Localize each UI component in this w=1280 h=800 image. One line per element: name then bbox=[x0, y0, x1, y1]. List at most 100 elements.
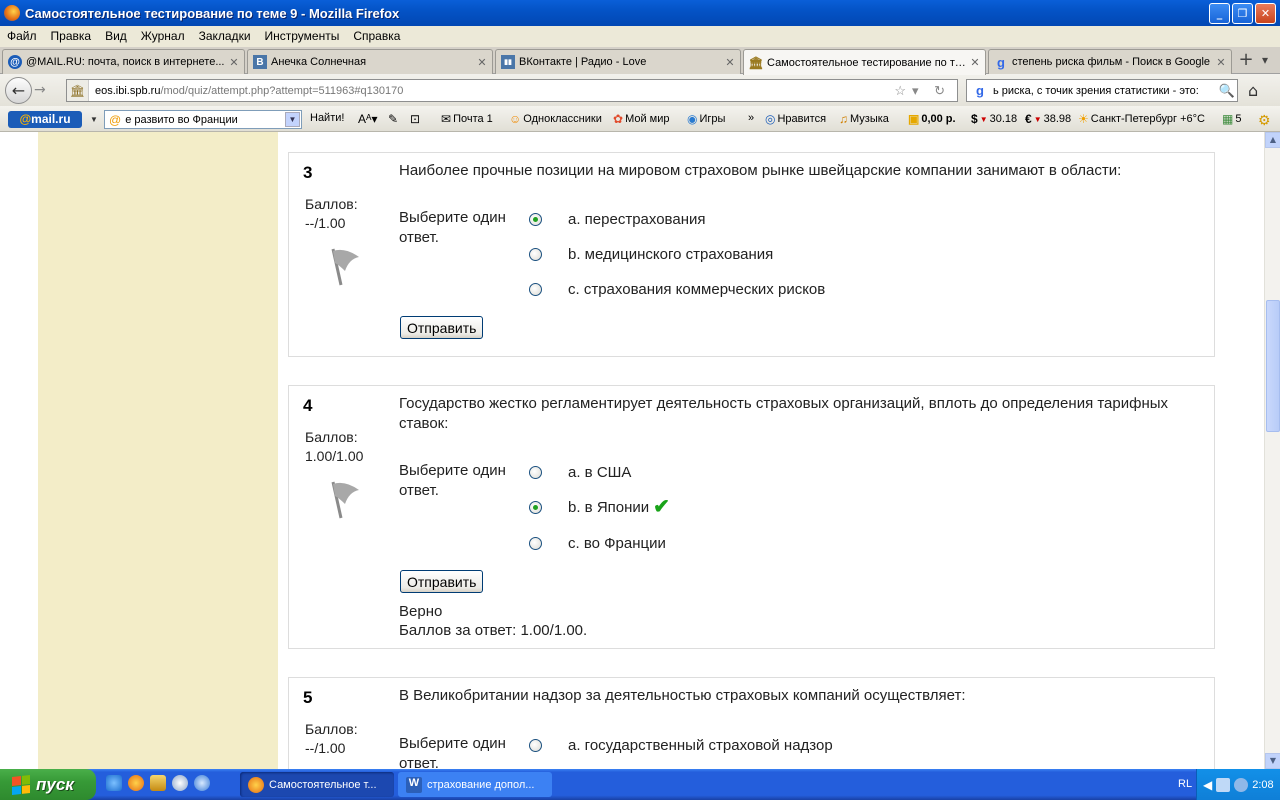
menu-bookmarks[interactable]: Закладки bbox=[194, 29, 256, 43]
scrollbar-thumb[interactable] bbox=[1266, 300, 1280, 432]
menu-view[interactable]: Вид bbox=[100, 29, 132, 43]
vertical-scrollbar[interactable]: ▲ ▼ bbox=[1264, 132, 1280, 769]
clock[interactable]: 2:08 bbox=[1252, 779, 1273, 791]
quiz-sidebar bbox=[38, 132, 278, 769]
font-size-icon[interactable]: Aᴬ▾ bbox=[358, 112, 379, 126]
media-player-icon[interactable] bbox=[172, 775, 188, 791]
minimize-button[interactable]: _ bbox=[1209, 3, 1230, 24]
google-search-icon[interactable]: g bbox=[967, 83, 993, 98]
language-indicator[interactable]: RL bbox=[1178, 778, 1192, 790]
maximize-button[interactable]: ❐ bbox=[1232, 3, 1253, 24]
close-window-button[interactable]: ✕ bbox=[1255, 3, 1276, 24]
highlight-icon[interactable]: ✎ bbox=[388, 112, 400, 126]
odnoklassniki-item[interactable]: ☺ Одноклассники bbox=[509, 112, 602, 126]
tray-arrow-icon[interactable]: ◀ bbox=[1203, 778, 1212, 792]
games-item[interactable]: ◉ Игры bbox=[687, 112, 725, 126]
chevron-down-icon[interactable]: ▼ bbox=[90, 115, 98, 124]
tab-close-icon[interactable]: ✕ bbox=[968, 56, 982, 69]
flag-icon[interactable] bbox=[327, 478, 363, 522]
music-item[interactable]: ♫ Музыка bbox=[839, 112, 889, 126]
submit-button[interactable]: Отправить bbox=[400, 316, 484, 339]
start-button[interactable]: пуск bbox=[0, 769, 96, 800]
home-button[interactable]: ⌂ bbox=[1248, 81, 1258, 100]
desktop-icon[interactable] bbox=[194, 775, 210, 791]
scroll-down-icon[interactable]: ▼ bbox=[1265, 753, 1280, 769]
wallet-item[interactable]: ▣ 0,00 р. bbox=[908, 112, 956, 126]
mailru-logo[interactable]: @mail.ru bbox=[8, 111, 82, 128]
flag-icon[interactable] bbox=[327, 245, 363, 289]
zoom-icon[interactable]: ⊡ bbox=[410, 112, 422, 126]
tab-close-icon[interactable]: ✕ bbox=[475, 56, 489, 69]
radio-button[interactable] bbox=[529, 537, 542, 550]
new-tab-button[interactable]: + bbox=[1234, 51, 1258, 71]
site-identity-icon[interactable]: 🏛 bbox=[67, 80, 89, 101]
eur-rate-item[interactable]: € ▼ 38.98 bbox=[1025, 112, 1071, 126]
answer-option[interactable]: a. в США bbox=[529, 464, 631, 481]
back-button[interactable]: ← bbox=[5, 77, 32, 104]
tabs-list-icon[interactable]: ▾ bbox=[1262, 53, 1268, 67]
option-label: a. перестрахования bbox=[568, 211, 706, 228]
window-titlebar[interactable]: Самостоятельное тестирование по теме 9 -… bbox=[0, 0, 1280, 26]
radio-button[interactable] bbox=[529, 213, 542, 226]
scroll-up-icon[interactable]: ▲ bbox=[1265, 132, 1280, 148]
usd-rate-item[interactable]: $ ▼ 30.18 bbox=[971, 112, 1017, 126]
euro-icon: € bbox=[1025, 112, 1032, 126]
taskbar-item-label: Самостоятельное т... bbox=[269, 778, 377, 791]
tab-close-icon[interactable]: ✕ bbox=[227, 56, 241, 69]
menu-file[interactable]: Файл bbox=[2, 29, 42, 43]
pause-icon: ▮▮ bbox=[501, 55, 515, 69]
radio-button[interactable] bbox=[529, 501, 542, 514]
answer-option[interactable]: b. в Японии ✔ bbox=[529, 497, 670, 517]
likes-item[interactable]: ◎ Нравится bbox=[765, 112, 826, 126]
tab-google[interactable]: g степень риска фильм - Поиск в Google ✕ bbox=[988, 49, 1232, 74]
my-world-item[interactable]: ✿ Мой мир bbox=[613, 112, 670, 126]
find-button[interactable]: Найти! bbox=[310, 112, 344, 124]
firefox-icon[interactable] bbox=[128, 775, 144, 791]
menu-edit[interactable]: Правка bbox=[46, 29, 97, 43]
answer-option[interactable]: b. медицинского страхования bbox=[529, 246, 773, 263]
tab-bar: @ @MAIL.RU: почта, поиск в интернете... … bbox=[0, 47, 1280, 75]
taskbar-item-firefox[interactable]: Самостоятельное т... bbox=[240, 772, 394, 797]
search-bar[interactable]: g ь риска, с точик зрения статистики - э… bbox=[966, 79, 1238, 102]
question-text: Государство жестко регламентирует деятел… bbox=[399, 395, 1169, 432]
answer-option[interactable]: c. во Франции bbox=[529, 535, 666, 552]
menu-history[interactable]: Журнал bbox=[136, 29, 190, 43]
question-5: 5 Баллов: --/1.00 В Великобритании надзо… bbox=[288, 677, 1215, 772]
menu-help[interactable]: Справка bbox=[348, 29, 405, 43]
mailru-search-input[interactable]: @ е развито во Франции ▼ bbox=[104, 110, 302, 129]
mailru-logo-text: mail.ru bbox=[31, 112, 71, 126]
radio-button[interactable] bbox=[529, 248, 542, 261]
tab-close-icon[interactable]: ✕ bbox=[723, 56, 737, 69]
forward-button[interactable]: → bbox=[34, 82, 46, 98]
answer-option[interactable]: c. страхования коммерческих рисков bbox=[529, 281, 825, 298]
bookmark-star-icon[interactable]: ☆▾ ↻ bbox=[894, 83, 951, 99]
tab-mailru[interactable]: @ @MAIL.RU: почта, поиск в интернете... … bbox=[2, 49, 245, 74]
search-button[interactable]: 🔍 bbox=[1217, 83, 1237, 99]
mail-item[interactable]: ✉ Почта 1 bbox=[441, 112, 493, 126]
network-icon[interactable] bbox=[1216, 777, 1231, 792]
tab-vk-radio[interactable]: ▮▮ ВКонтакте | Радио - Love ✕ bbox=[495, 49, 741, 74]
radio-button[interactable] bbox=[529, 466, 542, 479]
tab-quiz[interactable]: 🏛 Самостоятельное тестирование по те... … bbox=[743, 49, 986, 75]
menu-tools[interactable]: Инструменты bbox=[260, 29, 345, 43]
ie-icon[interactable] bbox=[106, 775, 122, 791]
tab-vk-anechka[interactable]: В Анечка Солнечная ✕ bbox=[247, 49, 493, 74]
taskbar-item-word[interactable]: W страхование допол... bbox=[398, 772, 552, 797]
answer-option[interactable]: a. перестрахования bbox=[529, 211, 705, 228]
weather-item[interactable]: ☀ Санкт-Петербург +6°C bbox=[1078, 112, 1205, 126]
system-tray: ◀ 2:08 bbox=[1196, 769, 1280, 800]
traffic-item[interactable]: ▦ 5 bbox=[1222, 112, 1241, 126]
settings-gear-icon[interactable]: ⚙ bbox=[1258, 112, 1273, 129]
search-input[interactable]: ь риска, с точик зрения статистики - это… bbox=[993, 85, 1217, 97]
more-chevron-icon[interactable]: » bbox=[748, 112, 754, 124]
winamp-icon[interactable] bbox=[150, 775, 166, 791]
tab-close-icon[interactable]: ✕ bbox=[1214, 56, 1228, 69]
answer-prompt: Выберите один ответ. bbox=[399, 209, 506, 246]
chevron-down-icon[interactable]: ▼ bbox=[285, 112, 300, 127]
url-bar[interactable]: 🏛 eos. ibi.spb.ru/mod/quiz/attempt.php?at… bbox=[66, 79, 958, 102]
radio-button[interactable] bbox=[529, 283, 542, 296]
submit-button[interactable]: Отправить bbox=[400, 570, 484, 593]
radio-button[interactable] bbox=[529, 739, 542, 752]
answer-option[interactable]: a. государственный страховой надзор bbox=[529, 737, 833, 754]
wireless-icon[interactable] bbox=[1234, 777, 1249, 792]
